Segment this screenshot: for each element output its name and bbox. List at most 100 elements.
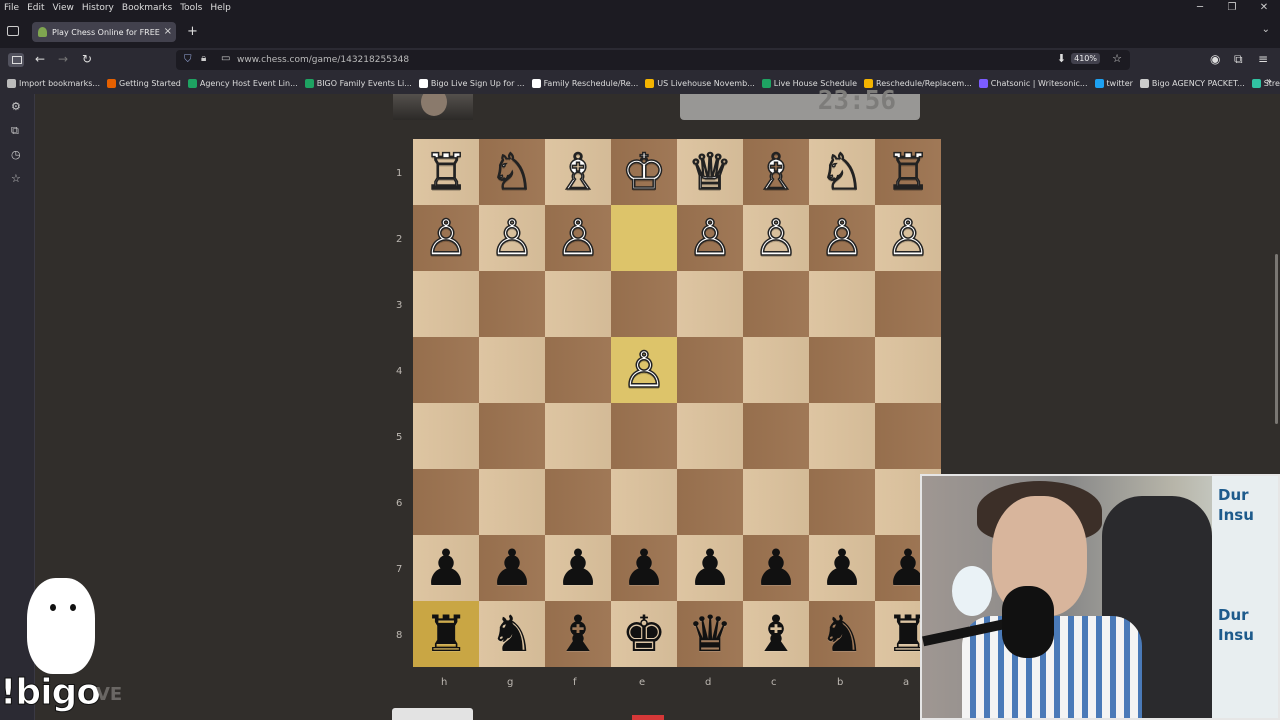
board-square[interactable] — [545, 337, 611, 403]
board-square[interactable]: ♙ — [545, 205, 611, 271]
chess-piece[interactable]: ♝ — [556, 609, 601, 659]
menu-edit[interactable]: Edit — [27, 3, 44, 13]
zoom-level-badge[interactable]: 410% — [1071, 53, 1100, 64]
board-square[interactable]: ♜ — [413, 601, 479, 667]
lock-icon[interactable]: 🔒︎ — [201, 53, 206, 64]
chess-piece[interactable]: ♟ — [622, 543, 667, 593]
board-square[interactable]: ♖ — [875, 139, 941, 205]
chess-piece[interactable]: ♜ — [424, 609, 469, 659]
board-square[interactable] — [479, 469, 545, 535]
board-square[interactable]: ♟ — [677, 535, 743, 601]
board-square[interactable] — [611, 469, 677, 535]
chess-piece[interactable]: ♙ — [489, 212, 535, 264]
board-square[interactable] — [677, 337, 743, 403]
bookmark-item[interactable]: BIGO Family Events Li... — [304, 78, 412, 88]
bookmark-item[interactable]: Import bookmarks... — [7, 78, 100, 88]
bookmark-item[interactable]: Getting Started — [107, 78, 181, 88]
board-square[interactable]: ♔ — [611, 139, 677, 205]
board-square[interactable]: ♙ — [875, 205, 941, 271]
close-window-icon[interactable]: ✕ — [1248, 0, 1280, 16]
board-square[interactable] — [809, 403, 875, 469]
chess-piece[interactable]: ♙ — [687, 212, 733, 264]
history-icon[interactable]: ◷ — [11, 148, 21, 161]
board-square[interactable]: ♙ — [413, 205, 479, 271]
board-square[interactable]: ♝ — [743, 601, 809, 667]
board-square[interactable] — [611, 271, 677, 337]
extensions-icon[interactable]: ⧉ — [1234, 52, 1243, 67]
board-square[interactable]: ♟ — [809, 535, 875, 601]
chess-piece[interactable]: ♔ — [621, 146, 667, 198]
chess-piece[interactable]: ♘ — [489, 146, 535, 198]
bookmark-item[interactable]: twitter — [1094, 78, 1133, 88]
chess-piece[interactable]: ♟ — [820, 543, 865, 593]
chess-piece[interactable]: ♕ — [687, 146, 733, 198]
page-scrollbar[interactable] — [1275, 254, 1278, 424]
menu-history[interactable]: History — [82, 3, 114, 13]
board-square[interactable] — [677, 469, 743, 535]
board-square[interactable] — [677, 271, 743, 337]
board-square[interactable]: ♙ — [809, 205, 875, 271]
board-square[interactable] — [743, 271, 809, 337]
bookmarks-overflow-icon[interactable]: » — [1266, 76, 1272, 87]
board-square[interactable]: ♖ — [413, 139, 479, 205]
bookmark-item[interactable]: Family Reschedule/Re... — [531, 78, 638, 88]
board-square[interactable]: ♟ — [743, 535, 809, 601]
board-square[interactable] — [479, 337, 545, 403]
board-square[interactable] — [743, 337, 809, 403]
board-square[interactable]: ♕ — [677, 139, 743, 205]
chess-board[interactable]: ♖ ♘ ♗ ♔ ♕ ♗ ♘ ♖ ♙ ♙ ♙ ♙ ♙ ♙ ♙ ♙ ♟ ♟ ♟ ♟ ♟ ♟ ♟ ♟ ♜ ♞ ♝ ♚ ♛ ♝ ♞ ♜ — [413, 139, 941, 667]
chess-piece[interactable]: ♙ — [819, 212, 865, 264]
board-square[interactable] — [479, 271, 545, 337]
menu-bookmarks[interactable]: Bookmarks — [122, 3, 172, 13]
menu-view[interactable]: View — [53, 3, 74, 13]
permissions-icon[interactable]: ▭ — [221, 53, 230, 64]
board-square[interactable] — [743, 403, 809, 469]
chess-piece[interactable]: ♙ — [753, 212, 799, 264]
sidebar-toggle-icon[interactable] — [8, 53, 24, 67]
board-square[interactable] — [413, 337, 479, 403]
board-square[interactable]: ♙ — [611, 337, 677, 403]
board-square[interactable] — [677, 403, 743, 469]
chess-piece[interactable]: ♞ — [490, 609, 535, 659]
chess-piece[interactable]: ♝ — [754, 609, 799, 659]
board-square[interactable]: ♝ — [545, 601, 611, 667]
chess-piece[interactable]: ♟ — [490, 543, 535, 593]
board-square[interactable] — [545, 469, 611, 535]
bookmark-item[interactable]: Chatsonic | Writesonic... — [978, 78, 1088, 88]
ai-chatbot-icon[interactable]: ⚙ — [11, 100, 21, 113]
tab-close-icon[interactable]: × — [164, 26, 172, 37]
chess-piece[interactable]: ♟ — [754, 543, 799, 593]
reload-icon[interactable]: ↻ — [82, 52, 92, 66]
bookmarks-icon[interactable]: ☆ — [11, 172, 21, 185]
chess-piece[interactable]: ♙ — [423, 212, 469, 264]
board-square[interactable] — [875, 337, 941, 403]
board-square[interactable] — [809, 337, 875, 403]
board-square[interactable]: ♟ — [545, 535, 611, 601]
restore-icon[interactable]: ❐ — [1216, 0, 1248, 16]
board-square[interactable]: ♙ — [479, 205, 545, 271]
chess-piece[interactable]: ♞ — [820, 609, 865, 659]
board-square[interactable]: ♚ — [611, 601, 677, 667]
chess-piece[interactable]: ♗ — [555, 146, 601, 198]
board-square[interactable] — [479, 403, 545, 469]
account-icon[interactable]: ◉ — [1210, 52, 1220, 66]
back-icon[interactable]: ← — [35, 52, 45, 66]
chess-piece[interactable]: ♙ — [621, 344, 667, 396]
address-bar[interactable]: ⛉ 🔒︎ ▭ www.chess.com/game/143218255348 ⬇… — [176, 50, 1130, 70]
menu-help[interactable]: Help — [210, 3, 231, 13]
bookmark-item[interactable]: US Livehouse Novemb... — [645, 78, 755, 88]
board-square[interactable]: ♙ — [677, 205, 743, 271]
board-square[interactable] — [611, 205, 677, 271]
menu-tools[interactable]: Tools — [180, 3, 202, 13]
bookmark-item[interactable]: Agency Host Event Lin... — [187, 78, 298, 88]
board-square[interactable]: ♛ — [677, 601, 743, 667]
tracking-shield-icon[interactable]: ⛉ — [184, 54, 192, 65]
bookmark-star-icon[interactable]: ☆ — [1112, 52, 1122, 65]
bookmark-item[interactable]: Bigo Live Sign Up for ... — [418, 78, 525, 88]
forward-icon[interactable]: → — [58, 52, 68, 66]
board-square[interactable]: ♘ — [479, 139, 545, 205]
tab-chess[interactable]: Play Chess Online for FREE - 2 P × — [32, 22, 176, 42]
chess-piece[interactable]: ♙ — [555, 212, 601, 264]
chess-piece[interactable]: ♟ — [688, 543, 733, 593]
chess-piece[interactable]: ♗ — [753, 146, 799, 198]
